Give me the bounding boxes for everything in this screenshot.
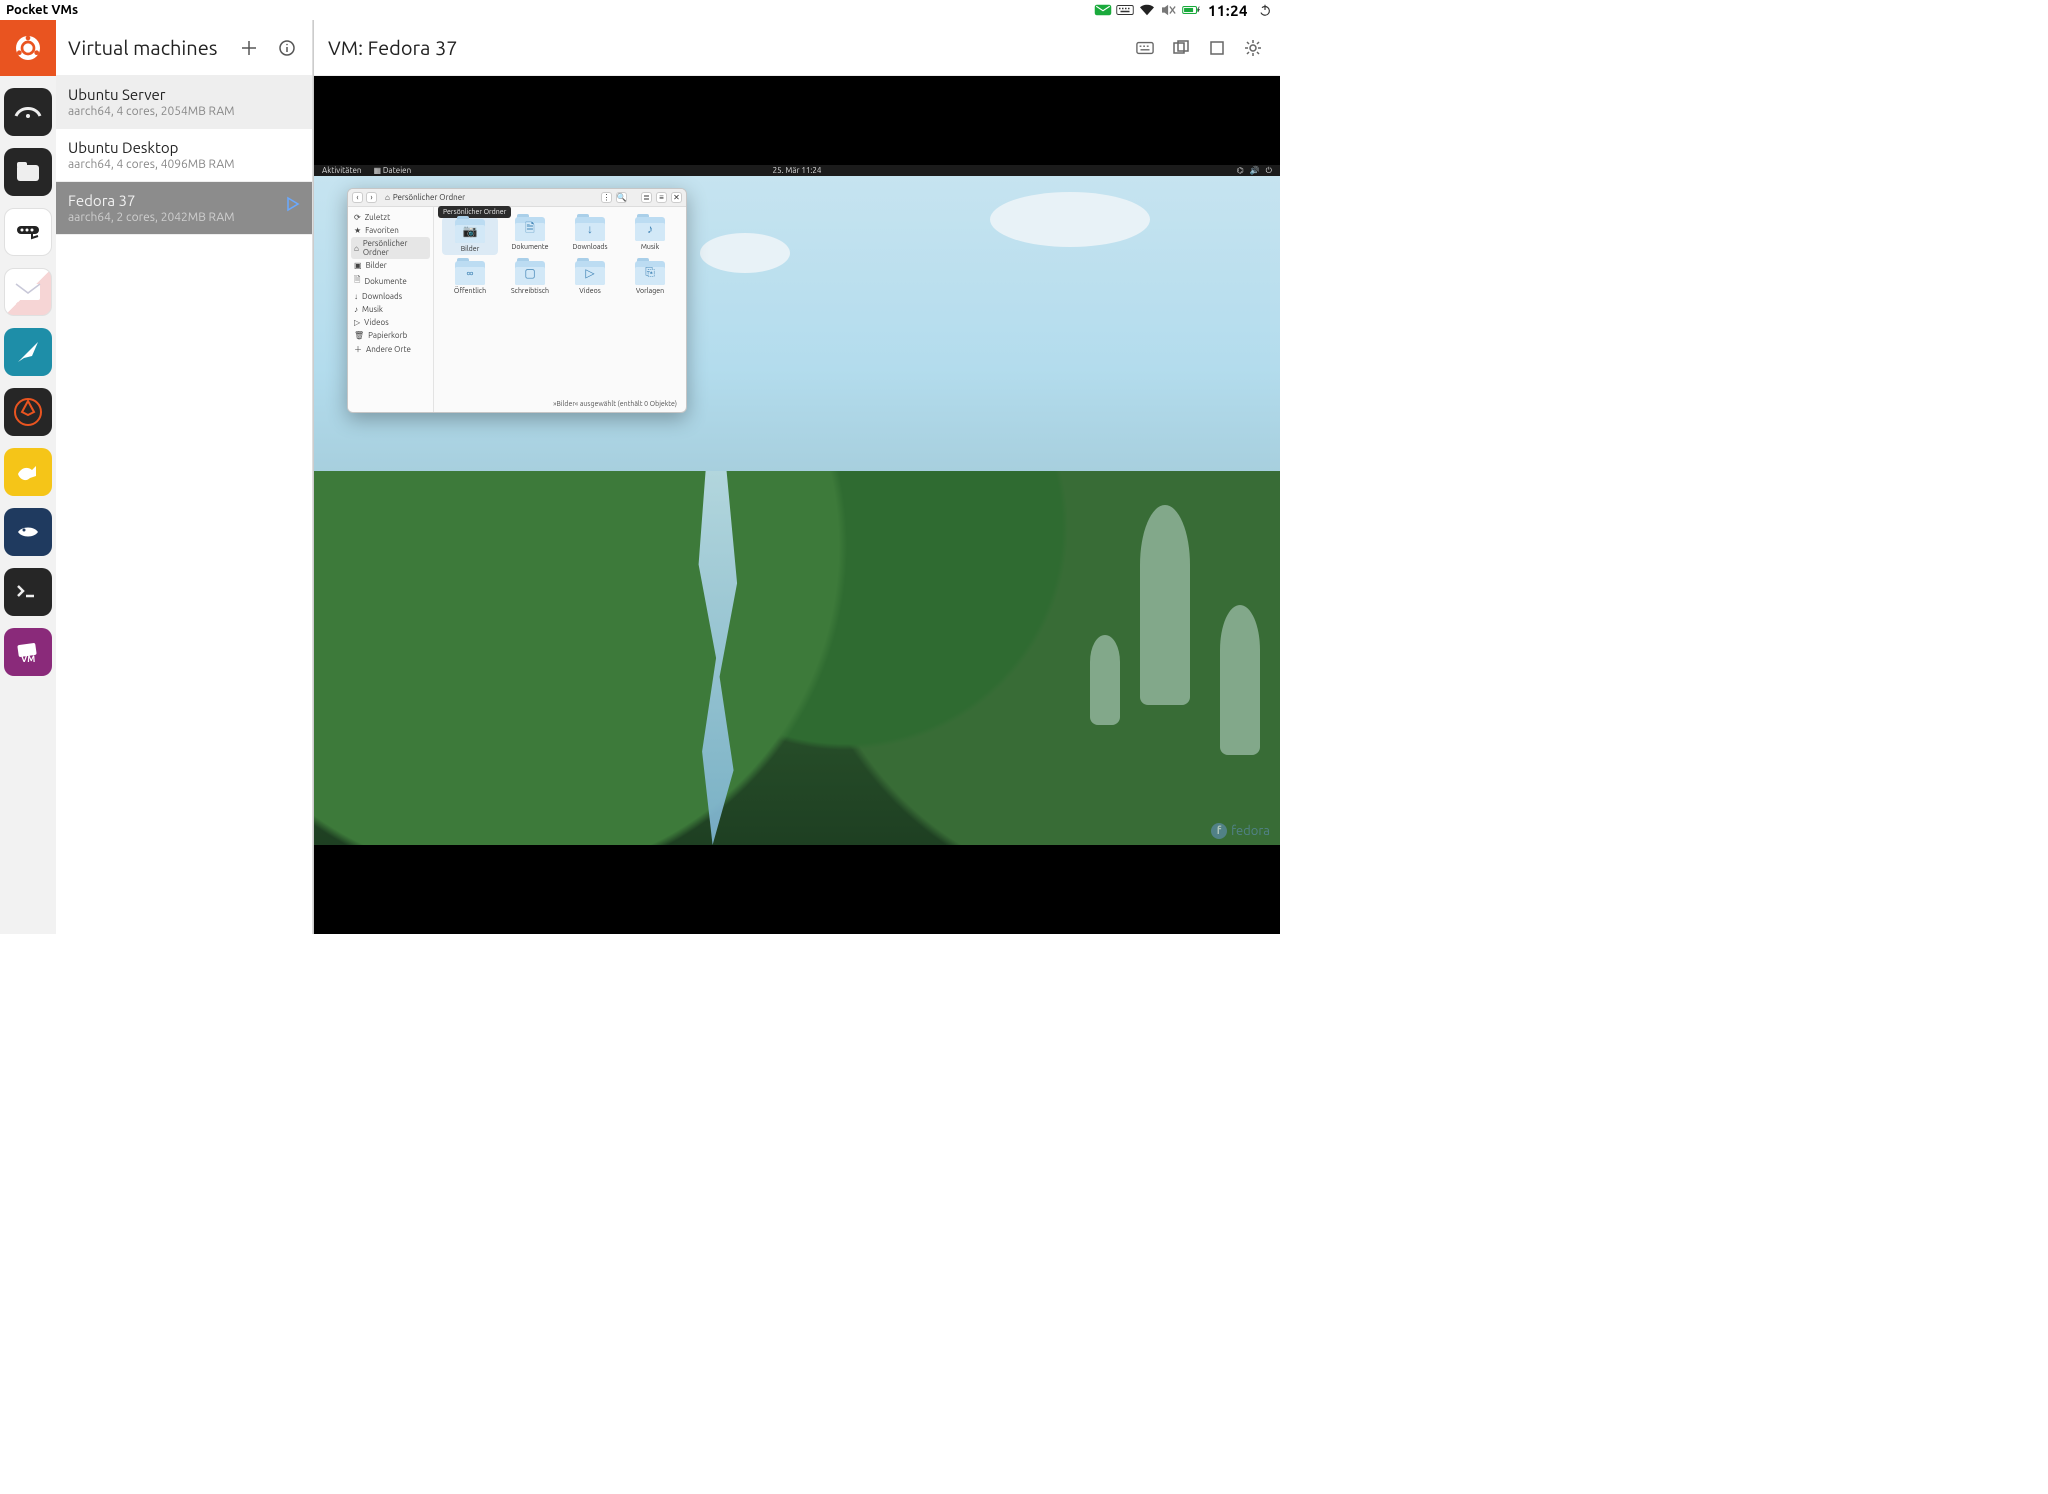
dock-app-8[interactable] [4,508,52,556]
nautilus-headerbar: ‹ › ⌂ Persönlicher Ordner ⋮ 🔍 ≣ ≡ ✕ [348,189,686,207]
ubuntu-launcher-icon[interactable] [0,20,56,76]
view-list-button[interactable]: ≣ [641,192,652,203]
home-icon: ⌂ [385,193,390,202]
view-menu-button[interactable]: ≡ [656,192,667,203]
vm-spec: aarch64, 4 cores, 2054MB RAM [68,105,300,118]
letterbox-bottom [314,845,1280,934]
kebab-menu-button[interactable]: ⋮ [601,192,612,203]
gnome-files-indicator[interactable]: ▦ Dateien [374,166,412,175]
tooltip: Persönlicher Ordner [438,206,511,218]
gnome-activities[interactable]: Aktivitäten [322,166,362,175]
nautilus-sidebar: ⟳Zuletzt ★Favoriten ⌂Persönlicher Ordner… [348,207,434,412]
side-documents[interactable]: 🗎Dokumente [348,272,433,290]
battery-charging-icon[interactable] [1182,3,1200,17]
folder-pictures[interactable]: 📷 Bilder [442,217,498,255]
side-home[interactable]: ⌂Persönlicher Ordner [351,237,430,259]
mail-app-icon[interactable] [4,268,52,316]
side-favorites[interactable]: ★Favoriten [348,224,433,237]
power-icon[interactable] [1256,3,1274,17]
pane-header: VM: Fedora 37 [314,20,1280,76]
volume-icon[interactable]: 🔊 [1250,166,1260,176]
nautilus-window[interactable]: ‹ › ⌂ Persönlicher Ordner ⋮ 🔍 ≣ ≡ ✕ [347,188,687,413]
app-title: Pocket VMs [6,3,78,17]
clock[interactable]: 11:24 [1204,2,1252,19]
gnome-clock[interactable]: 25. Mär 11:24 [773,166,822,175]
vm-item-ubuntu-desktop[interactable]: Ubuntu Desktop aarch64, 4 cores, 4096MB … [56,129,312,182]
nautilus-status: »Bilder« ausgewählt (enthält 0 Objekte) [550,399,680,409]
terminal-icon[interactable] [4,568,52,616]
fullscreen-button[interactable] [1204,35,1230,61]
nav-forward-button[interactable]: › [366,192,377,203]
side-videos[interactable]: ▷Videos [348,316,433,329]
vm-spec: aarch64, 4 cores, 4096MB RAM [68,158,300,171]
dock-app-5[interactable] [4,328,52,376]
launcher-dock: VM [0,20,56,934]
vm-name: Ubuntu Server [68,86,300,103]
play-icon[interactable] [284,196,300,216]
side-trash[interactable]: 🗑Papierkorb [348,329,433,342]
vm-name: Fedora 37 [68,192,300,209]
side-music[interactable]: ♪Musik [348,303,433,316]
fedora-watermark: ffedora [1211,823,1270,839]
vm-spec: aarch64, 2 cores, 2042MB RAM [68,211,300,224]
dock-app-3[interactable] [4,208,52,256]
network-icon[interactable]: ⌬ [1237,166,1244,176]
nautilus-grid: Persönlicher Ordner 📷 Bilder 🗎 Dokumente… [434,207,686,412]
vm-sidebar: Virtual machines Ubuntu Server aarch64, … [56,20,313,934]
vm-item-ubuntu-server[interactable]: Ubuntu Server aarch64, 4 cores, 2054MB R… [56,76,312,129]
search-button[interactable]: 🔍 [616,192,627,203]
side-other[interactable]: ＋Andere Orte [348,342,433,357]
vm-pane: VM: Fedora 37 ffedora Aktivitäten ▦ Date… [313,20,1280,934]
info-button[interactable] [274,35,300,61]
sidebar-header: Virtual machines [56,20,312,76]
breadcrumb[interactable]: ⌂ Persönlicher Ordner [381,193,597,202]
side-downloads[interactable]: ↓Downloads [348,290,433,303]
gnome-topbar[interactable]: Aktivitäten ▦ Dateien 25. Mär 11:24 ⌬ 🔊 … [314,165,1280,176]
dock-app-1[interactable] [4,88,52,136]
keyboard-icon[interactable] [1116,3,1134,17]
folder-documents[interactable]: 🗎 Dokumente [502,217,558,255]
folder-videos[interactable]: ▷ Videos [562,261,618,295]
settings-button[interactable] [1240,35,1266,61]
pocketvms-app-icon[interactable]: VM [4,628,52,676]
wifi-icon[interactable] [1138,3,1156,17]
close-button[interactable]: ✕ [671,192,682,203]
sidebar-title: Virtual machines [68,36,224,59]
vm-name: Ubuntu Desktop [68,139,300,156]
folder-templates[interactable]: ⎘ Vorlagen [622,261,678,295]
folder-music[interactable]: ♪ Musik [622,217,678,255]
svg-text:VM: VM [21,654,35,664]
folder-desktop[interactable]: ▢ Schreibtisch [502,261,558,295]
add-vm-button[interactable] [236,35,262,61]
dock-app-6[interactable] [4,388,52,436]
folder-downloads[interactable]: ↓ Downloads [562,217,618,255]
system-topbar: Pocket VMs 11:24 [0,0,1280,20]
vm-item-fedora[interactable]: Fedora 37 aarch64, 2 cores, 2042MB RAM [56,182,312,235]
power-menu-icon[interactable]: ⏻ [1266,166,1272,176]
side-recent[interactable]: ⟳Zuletzt [348,211,433,224]
dock-app-7[interactable] [4,448,52,496]
mail-icon[interactable] [1094,3,1112,17]
nav-back-button[interactable]: ‹ [352,192,363,203]
files-icon[interactable] [4,148,52,196]
guest-display[interactable]: ffedora Aktivitäten ▦ Dateien 25. Mär 11… [314,76,1280,934]
side-pictures[interactable]: ▣Bilder [348,259,433,272]
pane-title: VM: Fedora 37 [328,36,1122,59]
folder-public[interactable]: ∞ Öffentlich [442,261,498,295]
gnome-status-area[interactable]: ⌬ 🔊 ⏻ [1237,166,1272,176]
status-tray: 11:24 [1094,2,1274,19]
volume-muted-icon[interactable] [1160,3,1178,17]
windows-button[interactable] [1168,35,1194,61]
keyboard-button[interactable] [1132,35,1158,61]
